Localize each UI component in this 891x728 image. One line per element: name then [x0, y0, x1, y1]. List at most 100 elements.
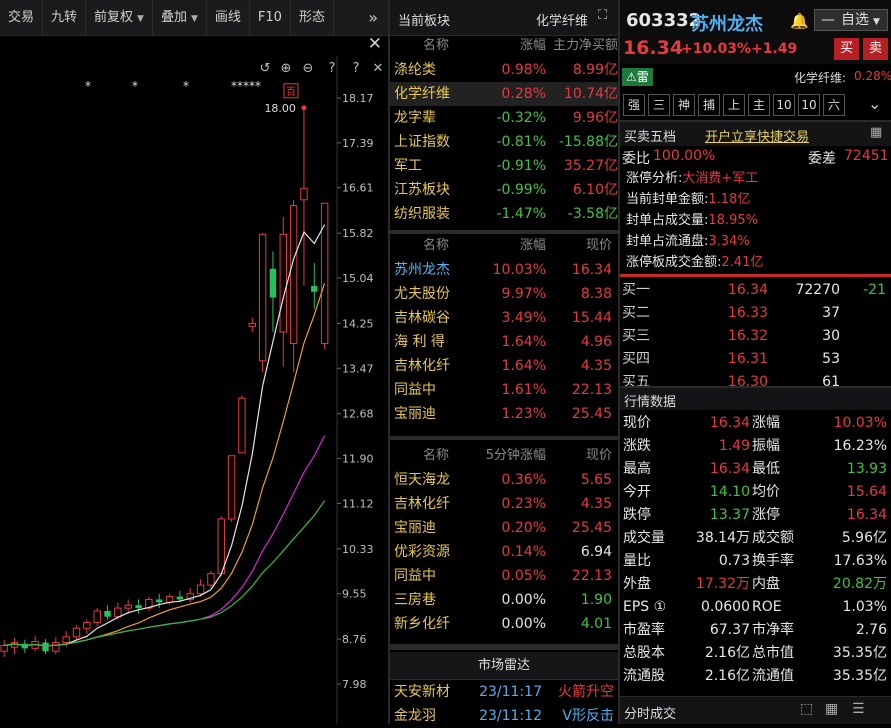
- signal-tag[interactable]: 主: [748, 94, 770, 116]
- sector-net-buy: -15.88亿: [558, 134, 618, 150]
- signal-tag[interactable]: 捕: [698, 94, 720, 116]
- expand-icon[interactable]: ⛶: [598, 8, 607, 23]
- double-chevron-right-icon[interactable]: »: [358, 8, 388, 27]
- thunder-badge[interactable]: ⚠雷: [622, 68, 653, 86]
- signal-tag[interactable]: 六: [823, 94, 845, 116]
- stock-row[interactable]: 宝丽迪 1.23% 25.45: [390, 402, 618, 426]
- candle-body: [289, 205, 298, 345]
- sell-button[interactable]: 卖: [863, 38, 888, 60]
- bell-icon[interactable]: 🔔: [790, 12, 809, 30]
- bid-level: 买四: [622, 351, 650, 367]
- stock-row[interactable]: 吉林化纤 0.23% 4.35: [390, 492, 618, 516]
- col-header: 名称: [422, 38, 449, 53]
- stock-row[interactable]: 苏州龙杰 10.03% 16.34: [390, 258, 618, 282]
- sector-row[interactable]: 涤纶类 0.98% 8.99亿: [390, 58, 618, 82]
- close-chart-icon[interactable]: ✕: [373, 61, 384, 76]
- close-icon[interactable]: ✕: [368, 34, 382, 54]
- signal-tag[interactable]: 上: [723, 94, 745, 116]
- bid-level: 买二: [622, 305, 650, 321]
- signal-tag[interactable]: 神: [673, 94, 695, 116]
- stock-row[interactable]: 吉林碳谷 3.49% 15.44: [390, 306, 618, 330]
- signal-tag[interactable]: 10: [773, 94, 795, 116]
- add-watchlist-button[interactable]: — 自选 ▼: [814, 9, 888, 31]
- zoom-out-icon[interactable]: ⊖: [303, 61, 314, 76]
- toolbar-item[interactable]: 形态: [291, 0, 334, 36]
- zoom-in-icon[interactable]: ⊕: [281, 61, 292, 76]
- bid-row[interactable]: 买二 16.33 37: [620, 302, 891, 325]
- toolbar-item[interactable]: 叠加 ▼: [153, 0, 207, 36]
- quote-row: 总股本 2.16亿 总市值 35.35亿: [620, 642, 891, 665]
- open-account-link[interactable]: 开户立享快捷交易: [705, 126, 809, 145]
- bid-price: 16.32: [727, 328, 768, 344]
- limit-row: 涨停板成交金额:2.41亿: [626, 252, 890, 273]
- candle-body: [93, 610, 101, 623]
- signal-tag[interactable]: 强: [623, 94, 645, 116]
- col-header: 涨幅: [519, 238, 546, 253]
- sector-list: 名称 涨幅 主力净买额 涤纶类 0.98% 8.99亿 化学纤维 0.28% 10.74亿 龙字辈…: [390, 34, 618, 226]
- stock-row[interactable]: 同益中 1.61% 22.13: [390, 378, 618, 402]
- stock-row[interactable]: 宝丽迪 0.20% 25.45: [390, 516, 618, 540]
- stock-row[interactable]: 新乡化纤 0.00% 4.01: [390, 612, 618, 636]
- sector-row[interactable]: 化学纤维 0.28% 10.74亿: [390, 82, 618, 106]
- sector-row[interactable]: 龙字辈 -0.32% 9.96亿: [390, 106, 618, 130]
- stock-name-cell: 优彩资源: [394, 544, 450, 560]
- limit-value: 大消费+军工: [682, 171, 759, 186]
- radar-row[interactable]: 金龙羽 23/11:12 V形反击: [390, 704, 618, 728]
- bid-row[interactable]: 买三 16.32 30: [620, 325, 891, 348]
- help-icon[interactable]: ?: [353, 61, 360, 76]
- candle-body: [207, 573, 215, 586]
- radar-row[interactable]: 天安新材 23/11:17 火箭升空: [390, 680, 618, 704]
- quote-header: 行情数据: [620, 388, 891, 410]
- toolbar-item[interactable]: 九转: [43, 0, 87, 36]
- stock-name-cell: 吉林化纤: [394, 496, 450, 512]
- kline-chart[interactable]: 18.17 17.39 16.61 15.82 15.04 14.25 13.47 12.68…: [0, 56, 388, 724]
- quote-key: 流通股: [623, 668, 665, 684]
- buy-button[interactable]: 买: [834, 38, 859, 60]
- stock-row[interactable]: 尤夫股份 9.97% 8.38: [390, 282, 618, 306]
- quote-value: 17.32万: [695, 576, 750, 592]
- sector-row[interactable]: 纺织服装 -1.47% -3.58亿: [390, 202, 618, 226]
- window-icon[interactable]: ⬚: [800, 701, 813, 717]
- help-icon[interactable]: ?: [329, 61, 336, 76]
- sector-row[interactable]: 军工 -0.91% 35.27亿: [390, 154, 618, 178]
- sector-pct: 0.28%: [854, 69, 891, 83]
- quote-row: 量比 0.73 换手率 17.63%: [620, 550, 891, 573]
- grid-icon[interactable]: ▦: [825, 701, 838, 717]
- sector-change: -0.81%: [496, 134, 546, 150]
- refresh-icon[interactable]: ↺: [260, 61, 271, 76]
- chevron-down-icon[interactable]: ⌄: [868, 94, 881, 113]
- quote-key: 总股本: [623, 645, 665, 661]
- y-tick-label: 16.61: [342, 182, 374, 195]
- stock-row[interactable]: 同益中 0.05% 22.13: [390, 564, 618, 588]
- high-price-label: 18.00: [264, 102, 296, 115]
- toolbar-item[interactable]: F10: [250, 0, 291, 36]
- sector-row[interactable]: 江苏板块 -0.99% 6.10亿: [390, 178, 618, 202]
- stock-price-cell: 4.35: [580, 496, 612, 512]
- signal-tag[interactable]: 三: [648, 94, 670, 116]
- toolbar-item[interactable]: 画线: [207, 0, 250, 36]
- list-icon[interactable]: ☰: [852, 701, 865, 717]
- calculator-icon[interactable]: ▦: [870, 125, 882, 140]
- stock-row[interactable]: 海 利 得 1.64% 4.96: [390, 330, 618, 354]
- sector-row[interactable]: 上证指数 -0.81% -15.88亿: [390, 130, 618, 154]
- quote-value: 67.37: [709, 622, 750, 638]
- candle-body: [258, 233, 267, 362]
- quote-value: 38.14万: [695, 530, 750, 546]
- panel-divider: [388, 0, 390, 724]
- bid-row[interactable]: 买一 16.34 72270 -21: [620, 279, 891, 302]
- stock-row[interactable]: 恒天海龙 0.36% 5.65: [390, 468, 618, 492]
- toolbar-item[interactable]: 交易: [0, 0, 44, 36]
- radar-list: 天安新材 23/11:17 火箭升空 金龙羽 23/11:12 V形反击: [390, 680, 618, 728]
- stock-row[interactable]: 优彩资源 0.14% 6.94: [390, 540, 618, 564]
- stock-price-cell: 1.90: [580, 592, 612, 608]
- stock-row[interactable]: 吉林化纤 1.64% 4.35: [390, 354, 618, 378]
- stock-name-cell: 宝丽迪: [394, 520, 436, 536]
- weibi-row: 委比 100.00% 委差 72451: [620, 146, 891, 168]
- sector-badge[interactable]: 化学纤维: [536, 10, 588, 29]
- stock-row[interactable]: 三房巷 0.00% 1.90: [390, 588, 618, 612]
- toolbar-item-label: 前复权: [94, 9, 134, 25]
- sector-change: 0.98%: [501, 62, 546, 78]
- signal-tag[interactable]: 10: [798, 94, 820, 116]
- toolbar-item[interactable]: 前复权 ▼: [86, 0, 153, 36]
- bid-row[interactable]: 买四 16.31 53: [620, 348, 891, 371]
